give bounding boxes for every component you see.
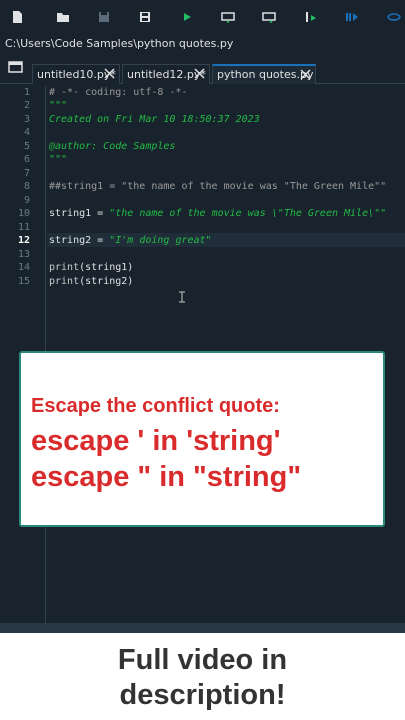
code-string: "the name of the movie was \"The Green M…	[109, 208, 387, 219]
code-line-14[interactable]: print(string1)	[49, 262, 405, 273]
banner-line-2: description!	[119, 679, 286, 711]
banner-text: Full video in description!	[0, 643, 405, 713]
code-variable: string1 =	[49, 208, 110, 219]
tab-untitled10[interactable]: untitled10.py*	[32, 64, 120, 84]
code-variable: string2 =	[49, 235, 110, 246]
browse-tabs-icon[interactable]	[8, 59, 24, 73]
line-number: 14	[17, 262, 30, 273]
run-cell-icon[interactable]	[221, 10, 235, 24]
line-number: 8	[23, 181, 30, 192]
close-tab-icon[interactable]	[103, 67, 116, 80]
tab-python-quotes[interactable]: python quotes.py	[212, 64, 316, 84]
line-number: 10	[17, 208, 30, 219]
caption-card: Escape the conflict quote: escape ' in '…	[19, 351, 385, 527]
code-line-3[interactable]: Created on Fri Mar 10 18:50:37 2023	[49, 114, 405, 125]
code-line-5[interactable]: @author: Code Samples	[49, 141, 405, 152]
caption-line-single: escape ' in 'string'	[31, 425, 281, 457]
run-cell-advance-icon[interactable]	[262, 10, 276, 24]
text-cursor-icon	[178, 288, 186, 303]
debug-icon[interactable]	[345, 10, 359, 24]
line-number: 5	[23, 141, 30, 152]
save-icon[interactable]	[97, 10, 111, 24]
editor-tab-bar: untitled10.py* untitled12.py* python quo…	[0, 56, 405, 84]
code-line-10[interactable]: string1 = "the name of the movie was \"T…	[49, 208, 405, 219]
line-number: 7	[23, 168, 30, 179]
code-builtin: print	[49, 262, 80, 273]
run-selection-icon[interactable]	[304, 10, 318, 24]
bottom-banner: Full video in description!	[0, 633, 405, 720]
code-args: (string2)	[79, 276, 134, 287]
code-string: "I'm doing great"	[109, 235, 212, 246]
code-builtin: print	[49, 276, 80, 287]
banner-line-1: Full video in	[117, 644, 288, 676]
line-number: 4	[23, 127, 30, 138]
code-line-15[interactable]: print(string2)	[49, 276, 405, 287]
line-number: 6	[23, 154, 30, 165]
code-line-1[interactable]: # -*- coding: utf-8 -*-	[49, 87, 405, 98]
code-line-6[interactable]: """	[49, 154, 405, 165]
close-tab-icon[interactable]	[299, 68, 312, 81]
save-all-icon[interactable]	[138, 10, 152, 24]
status-strip	[0, 623, 405, 633]
line-number: 1	[23, 87, 30, 98]
toolbar	[0, 0, 405, 34]
line-number: 13	[17, 249, 30, 260]
caption-line-double: escape " in "string"	[31, 461, 302, 493]
line-number: 3	[23, 114, 30, 125]
line-number-current: 12	[17, 235, 30, 246]
tab-untitled12[interactable]: untitled12.py*	[122, 64, 210, 84]
code-args: (string1)	[79, 262, 134, 273]
code-line-2[interactable]: """	[49, 100, 405, 111]
line-number: 15	[17, 276, 30, 287]
code-line-12[interactable]: string2 = "I'm doing great"	[49, 235, 405, 246]
line-number: 9	[23, 195, 30, 206]
run-icon[interactable]	[180, 10, 194, 24]
caption-heading: Escape the conflict quote:	[31, 395, 280, 417]
line-number: 2	[23, 100, 30, 111]
new-file-icon[interactable]	[10, 10, 24, 24]
code-line-8[interactable]: ##string1 = "the name of the movie was "…	[49, 181, 405, 192]
file-path: C:\Users\Code Samples\python quotes.py	[0, 34, 405, 54]
maximize-icon[interactable]	[387, 10, 401, 24]
open-folder-icon[interactable]	[56, 10, 70, 24]
close-tab-icon[interactable]	[193, 67, 206, 80]
line-number: 11	[17, 222, 30, 233]
